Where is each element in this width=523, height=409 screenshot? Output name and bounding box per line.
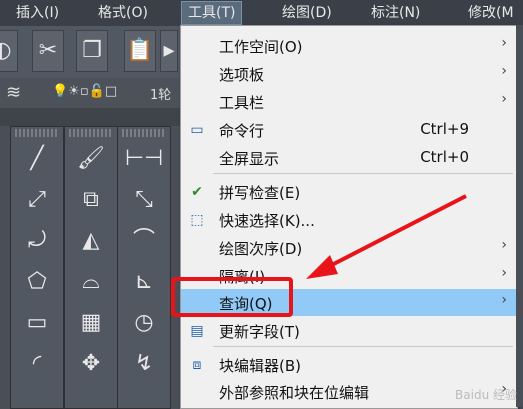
arrow-head xyxy=(306,255,338,279)
annotation-arrow xyxy=(306,194,467,279)
arrow-shaft xyxy=(321,194,467,272)
watermark: Baidu 经验 xyxy=(455,388,517,402)
